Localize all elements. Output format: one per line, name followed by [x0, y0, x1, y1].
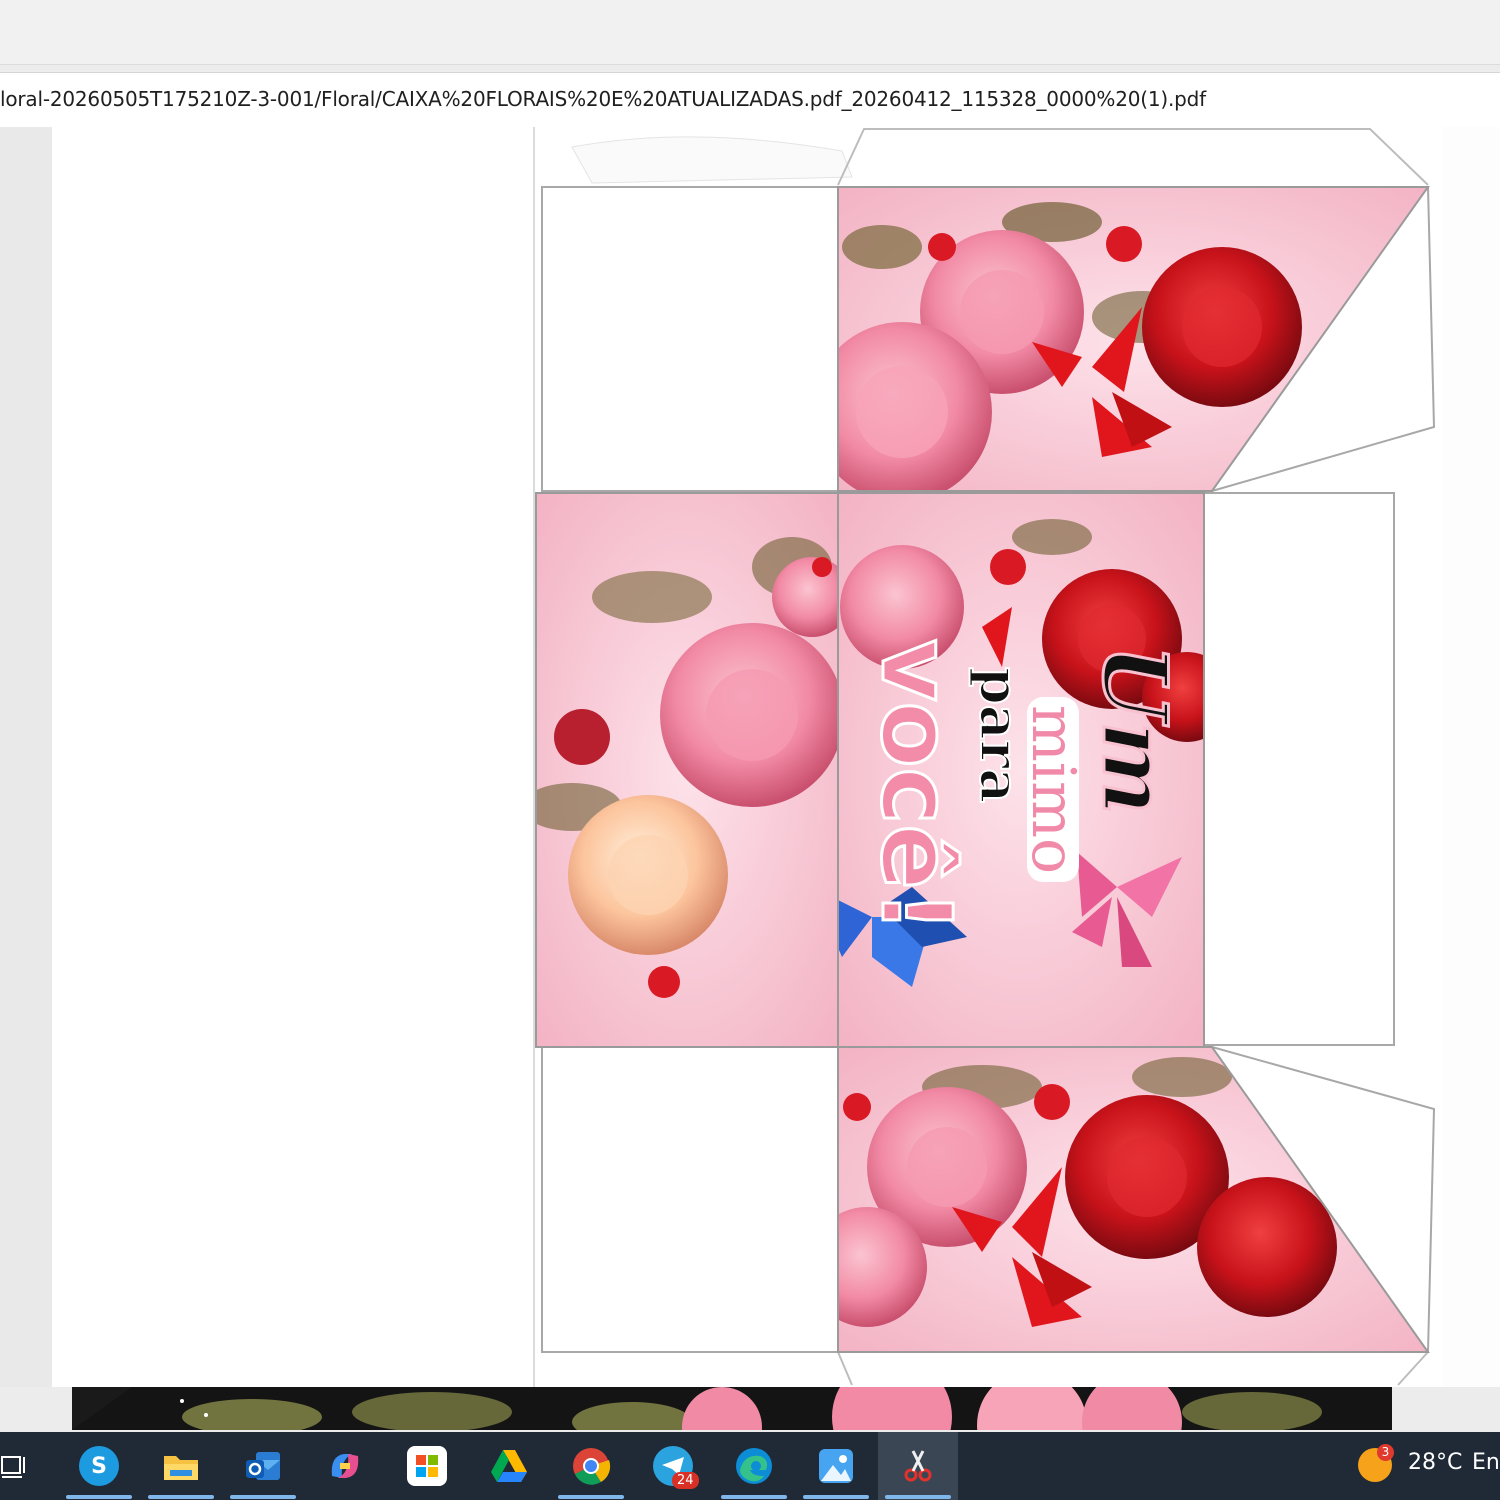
viewer-right-margin — [1442, 127, 1500, 1387]
title-voce: você! — [859, 638, 974, 935]
pdf-page: Um mimo para você! — [52, 127, 1442, 1387]
title-para: para — [967, 666, 1033, 804]
title-mimo: mimo — [1018, 697, 1088, 883]
browser-tab-bar — [0, 0, 1500, 65]
edge-active-indicator — [721, 1495, 787, 1499]
copilot-icon[interactable] — [325, 1446, 365, 1486]
snipping-active-indicator — [885, 1495, 951, 1499]
skype-active-indicator — [66, 1495, 132, 1499]
explorer-active-indicator — [148, 1495, 214, 1499]
photos-icon[interactable] — [816, 1446, 856, 1486]
language-indicator[interactable]: En — [1472, 1450, 1500, 1475]
title-um: Um — [1082, 644, 1189, 817]
pdf-viewer[interactable]: Um mimo para você! — [0, 127, 1500, 1387]
snipping-tool-icon[interactable] — [898, 1446, 938, 1486]
address-bar[interactable]: loral-20260505T175210Z-3-001/Floral/CAIX… — [0, 72, 1500, 128]
weather-badge: 3 — [1377, 1444, 1394, 1461]
photos-active-indicator — [803, 1495, 869, 1499]
microsoft-store-icon[interactable] — [407, 1446, 447, 1486]
url-text[interactable]: loral-20260505T175210Z-3-001/Floral/CAIX… — [0, 87, 1206, 111]
edge-icon[interactable] — [734, 1446, 774, 1486]
next-page-preview — [72, 1387, 1392, 1430]
outlook-active-indicator — [230, 1495, 296, 1499]
file-explorer-icon[interactable] — [161, 1446, 201, 1486]
skype-icon[interactable]: S — [79, 1446, 119, 1486]
google-drive-icon[interactable] — [489, 1446, 529, 1486]
windows-taskbar: S 24 3 28°C En — [0, 1432, 1500, 1500]
task-view-icon[interactable] — [0, 1446, 30, 1486]
temperature-text[interactable]: 28°C — [1408, 1450, 1462, 1475]
outlook-icon[interactable] — [243, 1446, 283, 1486]
chrome-icon[interactable] — [571, 1446, 611, 1486]
telegram-badge: 24 — [672, 1472, 699, 1489]
chrome-active-indicator — [558, 1495, 624, 1499]
